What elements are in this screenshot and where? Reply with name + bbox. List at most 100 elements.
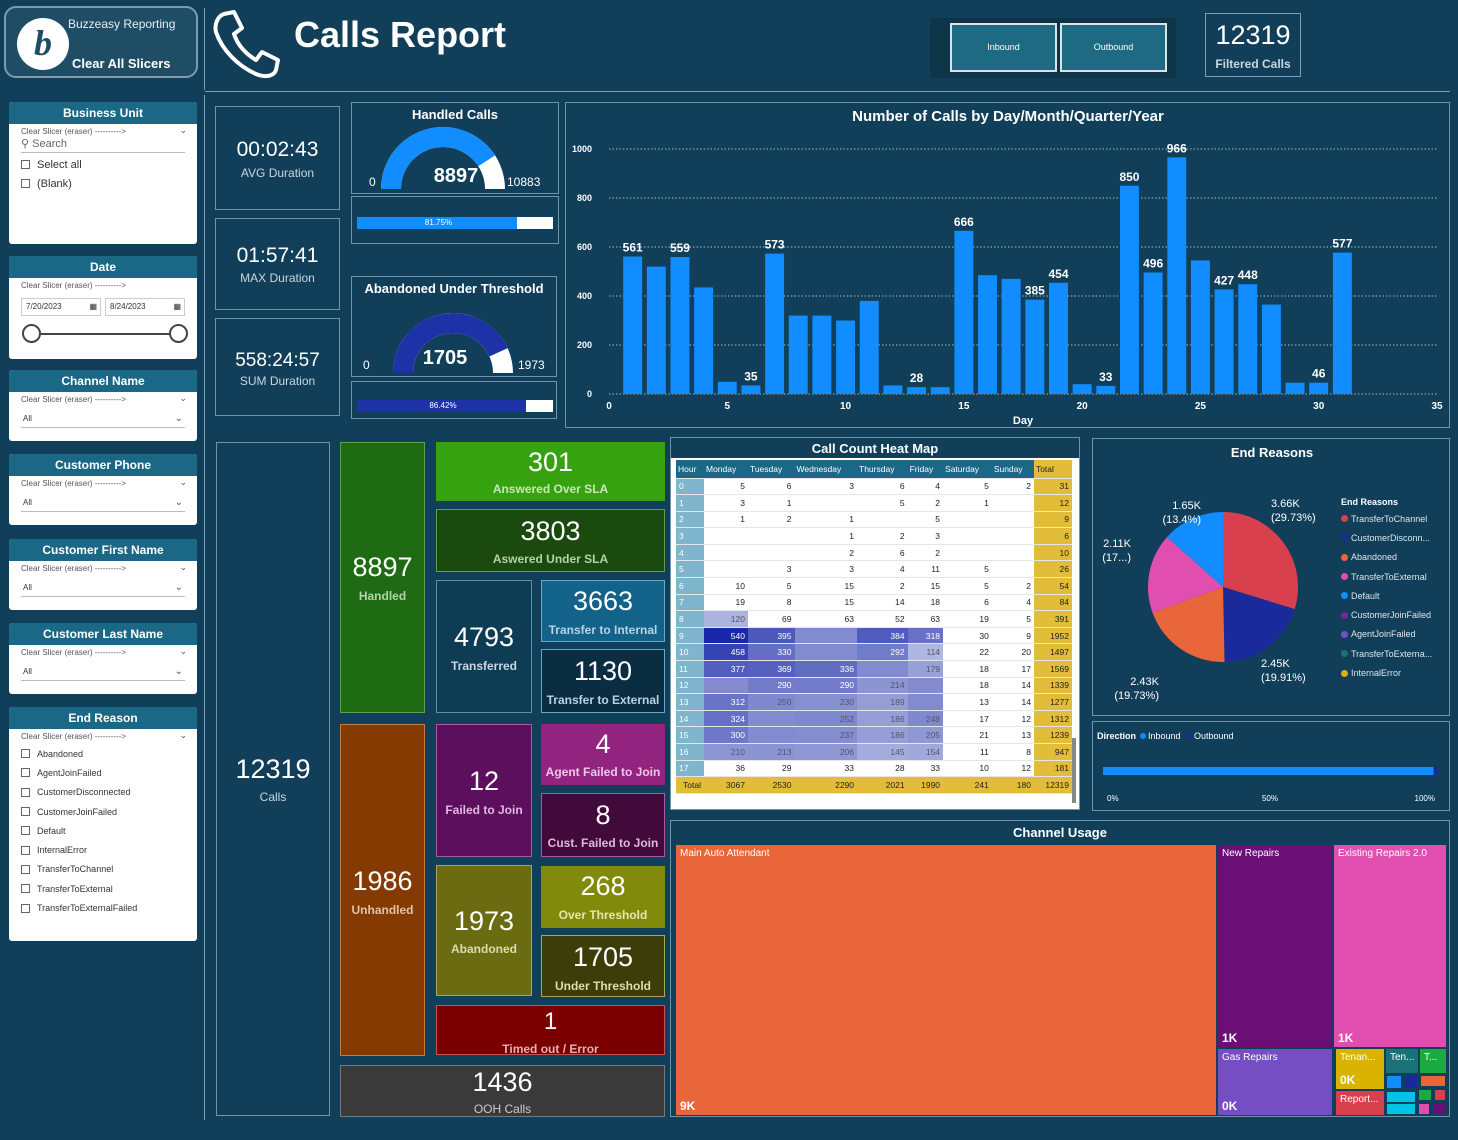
legend-item[interactable]: TransferToExternal [1341,567,1449,586]
treemap-tile[interactable] [1386,1075,1402,1089]
checkbox[interactable] [21,749,30,759]
legend-item[interactable]: TransferToExterna... [1341,644,1449,663]
calendar-icon[interactable]: ▦ [89,299,97,315]
business-unit-option[interactable]: Select all [9,155,197,174]
checkbox[interactable] [21,768,30,778]
checkbox[interactable] [21,179,30,189]
chevron-down-icon[interactable]: ⌄ [179,125,187,136]
heatmap-column-header[interactable]: Tuesday [747,460,795,479]
checkbox[interactable] [21,787,30,797]
treemap-tile[interactable] [1386,1091,1416,1103]
heatmap-column-header[interactable]: Total [1033,460,1072,479]
treemap-tile[interactable] [1432,1103,1446,1115]
heatmap-column-header[interactable]: Hour [676,460,704,479]
under-threshold-tile: 1705 Under Threshold [541,935,665,997]
treemap-tile[interactable] [1420,1075,1446,1087]
chevron-down-icon[interactable]: ⌄ [179,393,187,404]
date-range-handle-start[interactable] [22,324,41,343]
customer-phone-slicer[interactable]: Customer Phone Clear Slicer (eraser) ---… [9,454,197,525]
heatmap-column-header[interactable]: Monday [704,460,748,479]
end-reason-option[interactable]: AgentJoinFailed [9,763,197,782]
customer-first-name-clear[interactable]: Clear Slicer (eraser) ----------> ⌄ [9,561,197,575]
legend-item[interactable]: CustomerDisconn... [1341,528,1449,547]
checkbox[interactable] [21,160,30,170]
end-reason-option[interactable]: TransferToExternalFailed [9,898,197,917]
channel-name-clear[interactable]: Clear Slicer (eraser) ----------> ⌄ [9,392,197,406]
treemap-tile[interactable]: Gas Repairs 0K [1218,1049,1332,1115]
end-reason-option[interactable]: Abandoned [9,744,197,763]
heatmap-column-header[interactable]: Wednesday [794,460,858,479]
channel-name-dropdown[interactable]: All ⌄ [21,410,185,428]
business-unit-option[interactable]: (Blank) [9,174,197,193]
legend-item[interactable]: CustomerJoinFailed [1341,605,1449,624]
business-unit-clear[interactable]: Clear Slicer (eraser) ----------> ⌄ [9,124,197,138]
y-tick-label: 1000 [572,144,592,154]
customer-first-name-slicer[interactable]: Customer First Name Clear Slicer (eraser… [9,539,197,610]
customer-last-name-clear[interactable]: Clear Slicer (eraser) ----------> ⌄ [9,645,197,659]
customer-last-name-slicer[interactable]: Customer Last Name Clear Slicer (eraser)… [9,623,197,694]
end-reason-clear[interactable]: Clear Slicer (eraser) ----------> ⌄ [9,729,197,743]
chevron-down-icon[interactable]: ⌄ [175,410,183,428]
treemap-tile[interactable]: New Repairs 1K [1218,845,1332,1047]
chevron-down-icon[interactable]: ⌄ [179,562,187,573]
legend-item[interactable]: InternalError [1341,663,1449,682]
treemap-tile[interactable]: Ten... [1386,1049,1418,1073]
checkbox[interactable] [21,807,30,817]
end-reason-option[interactable]: TransferToExternal [9,879,197,898]
clear-all-slicers-button[interactable]: Clear All Slicers [72,56,171,71]
business-unit-search[interactable]: ⚲ Search [21,138,185,153]
heatmap-column-header[interactable]: Saturday [943,460,992,479]
business-unit-slicer[interactable]: Business Unit Clear Slicer (eraser) ----… [9,102,197,244]
customer-first-name-dropdown[interactable]: All ⌄ [21,579,185,597]
date-clear[interactable]: Clear Slicer (eraser) ----------> [9,278,197,292]
chevron-down-icon[interactable]: ⌄ [175,663,183,681]
legend-item[interactable]: TransferToChannel [1341,509,1449,528]
legend-item[interactable]: Default [1341,586,1449,605]
treemap-tile[interactable] [1418,1103,1430,1115]
treemap-tile[interactable]: Report... [1336,1091,1384,1115]
bar [788,315,808,394]
chevron-down-icon[interactable]: ⌄ [179,477,187,488]
heatmap-scrollbar[interactable] [1072,738,1076,803]
outbound-button[interactable]: Outbound [1060,23,1167,72]
inbound-button[interactable]: Inbound [950,23,1057,72]
treemap-tile[interactable]: T... [1420,1049,1446,1073]
checkbox[interactable] [21,903,30,913]
checkbox[interactable] [21,845,30,855]
total-calls-value: 12319 [235,754,311,784]
chevron-down-icon[interactable]: ⌄ [175,494,183,512]
chevron-down-icon[interactable]: ⌄ [179,730,187,741]
end-reason-option[interactable]: InternalError [9,840,197,859]
legend-item[interactable]: AgentJoinFailed [1341,625,1449,644]
end-reason-option[interactable]: CustomerJoinFailed [9,802,197,821]
chevron-down-icon[interactable]: ⌄ [179,646,187,657]
date-start-input[interactable]: 7/20/2023 ▦ [21,298,101,316]
end-reason-option[interactable]: Default [9,821,197,840]
heatmap-column-header[interactable]: Sunday [991,460,1034,479]
treemap-tile[interactable]: Existing Repairs 2.0 1K [1334,845,1446,1047]
checkbox[interactable] [21,864,30,874]
customer-phone-dropdown[interactable]: All ⌄ [21,494,185,512]
treemap-tile[interactable] [1404,1075,1418,1089]
date-slicer[interactable]: Date Clear Slicer (eraser) ----------> 7… [9,256,197,359]
customer-last-name-dropdown[interactable]: All ⌄ [21,663,185,681]
calendar-icon[interactable]: ▦ [173,299,181,315]
end-reason-slicer[interactable]: End Reason Clear Slicer (eraser) -------… [9,707,197,941]
treemap-tile[interactable] [1434,1089,1446,1101]
customer-phone-clear[interactable]: Clear Slicer (eraser) ----------> ⌄ [9,476,197,490]
end-reason-option[interactable]: CustomerDisconnected [9,783,197,802]
end-reason-option[interactable]: TransferToChannel [9,860,197,879]
checkbox[interactable] [21,884,30,894]
treemap-tile[interactable] [1386,1103,1416,1115]
heatmap-column-header[interactable]: Thursday [857,460,908,479]
treemap-tile[interactable]: Main Auto Attendant 9K [676,845,1216,1115]
channel-name-slicer[interactable]: Channel Name Clear Slicer (eraser) -----… [9,370,197,441]
checkbox[interactable] [21,826,30,836]
treemap-tile[interactable] [1418,1089,1432,1101]
treemap-tile[interactable]: Tenan... 0K [1336,1049,1384,1089]
date-range-handle-end[interactable] [169,324,188,343]
date-end-input[interactable]: 8/24/2023 ▦ [105,298,185,316]
chevron-down-icon[interactable]: ⌄ [175,579,183,597]
legend-item[interactable]: Abandoned [1341,548,1449,567]
heatmap-column-header[interactable]: Friday [907,460,944,479]
